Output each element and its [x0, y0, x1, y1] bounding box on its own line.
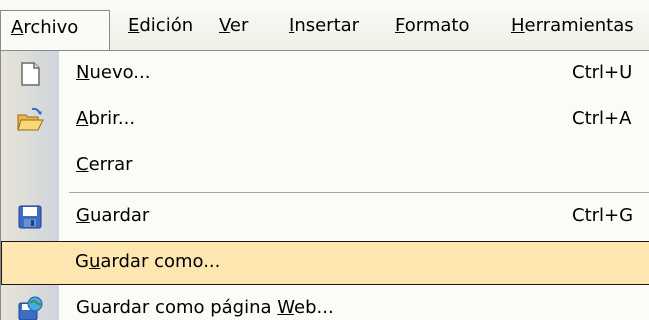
menu-item-cerrar-label: Cerrar	[76, 154, 133, 175]
menu-item-guardar-como-label: Guardar como...	[75, 251, 221, 272]
menu-herramientas-accel: H	[511, 15, 525, 36]
menu-archivo[interactable]: Archivo	[0, 10, 110, 51]
save-disk-icon	[16, 203, 44, 231]
menu-formato-label: ormato	[404, 15, 470, 36]
new-document-icon	[16, 60, 44, 88]
menu-edicion-accel: E	[128, 15, 140, 36]
menu-bar: Archivo Edición Ver Insertar Formato Her…	[0, 0, 649, 51]
menu-formato[interactable]: Formato	[391, 15, 473, 37]
menu-item-nuevo[interactable]: Nuevo... Ctrl+U	[1, 51, 649, 97]
menu-item-guardar-shortcut: Ctrl+G	[572, 205, 634, 226]
menu-item-guardar[interactable]: Guardar Ctrl+G	[1, 194, 649, 240]
menu-item-abrir-label: Abrir...	[76, 108, 136, 129]
menu-item-abrir[interactable]: Abrir... Ctrl+A	[1, 97, 649, 143]
menu-insertar-label: nsertar	[294, 15, 360, 36]
open-folder-icon	[16, 106, 44, 134]
menu-herramientas[interactable]: Herramientas	[507, 15, 638, 37]
menu-item-guardar-label: Guardar	[76, 205, 150, 226]
save-as-web-icon	[16, 295, 44, 320]
menu-archivo-label: Archivo	[11, 17, 79, 38]
menu-herramientas-label: erramientas	[524, 15, 634, 36]
menu-edicion[interactable]: Edición	[124, 15, 197, 37]
menu-item-guardar-web-label: Guardar como página Web...	[76, 297, 334, 318]
menu-ver-accel: V	[219, 15, 230, 36]
archivo-dropdown: Nuevo... Ctrl+U Abrir... Ctrl+A Cerrar G…	[0, 50, 649, 320]
menu-separator	[69, 192, 649, 193]
menu-item-guardar-web[interactable]: Guardar como página Web...	[1, 286, 649, 320]
menu-item-guardar-como[interactable]: Guardar como...	[1, 241, 649, 285]
menu-item-abrir-shortcut: Ctrl+A	[572, 108, 632, 129]
app-window: Archivo Edición Ver Insertar Formato Her…	[0, 0, 649, 320]
menu-item-nuevo-label: Nuevo...	[76, 62, 151, 83]
menu-item-nuevo-shortcut: Ctrl+U	[572, 62, 633, 83]
menu-item-cerrar[interactable]: Cerrar	[1, 143, 649, 189]
menu-ver[interactable]: Ver	[215, 15, 252, 37]
menu-formato-accel: F	[395, 15, 405, 36]
menu-ver-label: er	[229, 15, 249, 36]
menu-insertar[interactable]: Insertar	[285, 15, 363, 37]
menu-edicion-label: dición	[139, 15, 194, 36]
